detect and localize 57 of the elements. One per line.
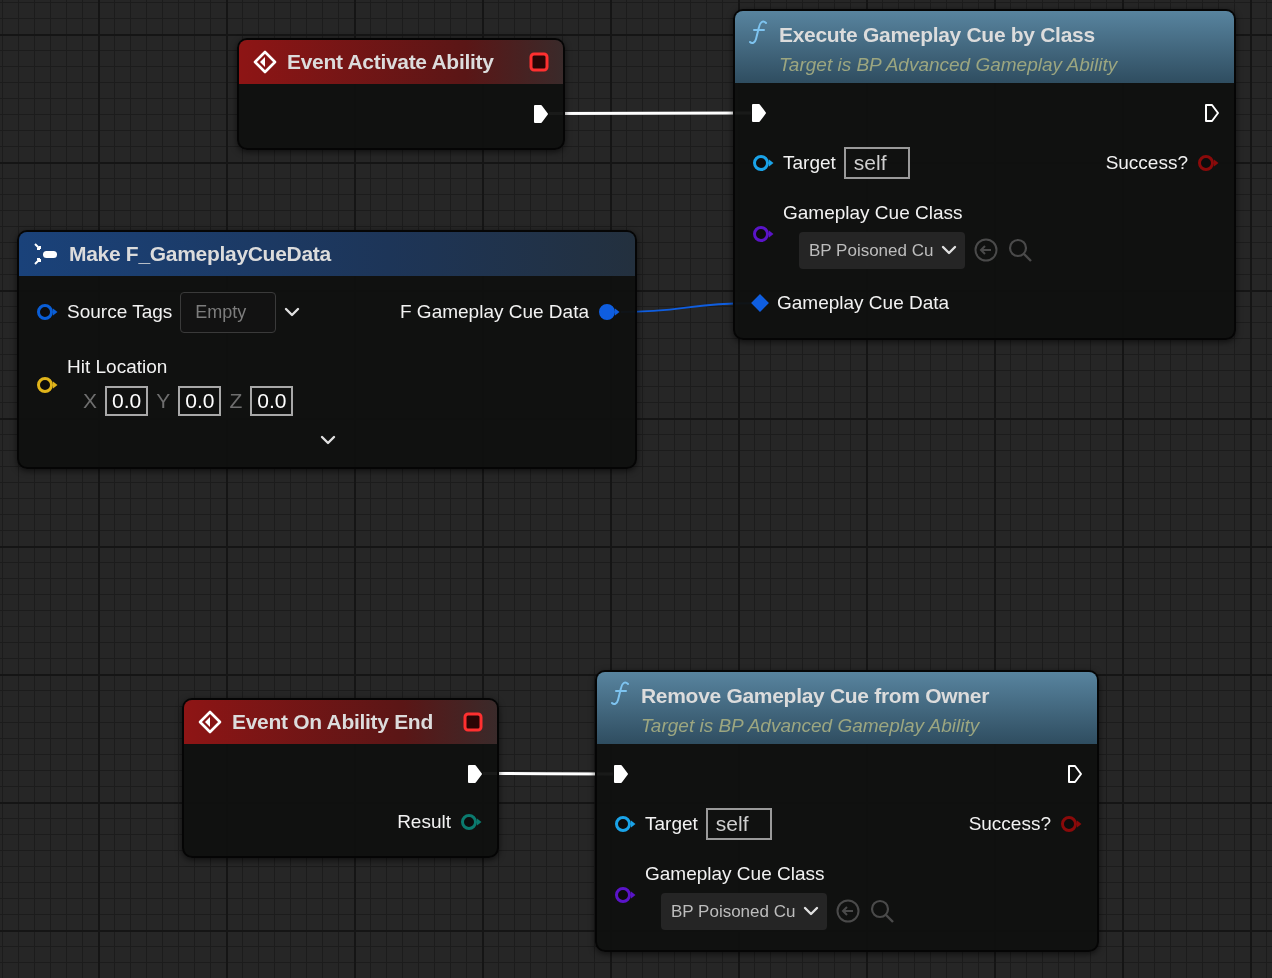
pin-label: Target <box>783 150 836 175</box>
function-icon <box>749 19 769 45</box>
number-field[interactable]: 0.0 <box>105 385 149 416</box>
node-title: Remove Gameplay Cue from Owner <box>641 683 990 709</box>
pin-label: Success? <box>968 811 1051 836</box>
pin-label: Source Tags <box>67 299 173 324</box>
pin-label: Gameplay Cue Class <box>783 201 964 225</box>
exec-pin[interactable] <box>1204 102 1220 124</box>
data-pin[interactable] <box>613 814 637 834</box>
class-dropdown[interactable]: BP Poisoned Cu <box>799 231 966 269</box>
blueprint-node[interactable]: Event Activate Ability <box>237 38 565 150</box>
exec-pin[interactable] <box>1067 763 1083 785</box>
pin-label: Success? <box>1105 150 1188 175</box>
event-icon <box>198 709 222 734</box>
axis-label: Z <box>229 388 243 414</box>
exec-pin[interactable] <box>751 102 767 124</box>
function-icon <box>611 680 631 706</box>
data-pin[interactable] <box>35 374 59 395</box>
number-field[interactable]: 0.0 <box>250 385 294 416</box>
pin-label: Result <box>397 809 451 834</box>
value-field[interactable]: self <box>705 808 772 840</box>
class-dropdown[interactable]: BP Poisoned Cu <box>661 892 828 930</box>
delegate-pin[interactable] <box>529 51 549 72</box>
chevron-down-icon <box>284 307 301 317</box>
exec-pin[interactable] <box>467 762 483 785</box>
blueprint-node[interactable]: Execute Gameplay Cue by Class Target is BP Advanced Gameplay Ability Target self Success? Gameplay Cue Class BP Poisoned Cu Gameplay Cue Data <box>733 9 1236 340</box>
node-title: Event Activate Ability <box>287 49 495 75</box>
exec-pin[interactable] <box>533 102 549 125</box>
dropdown-button[interactable] <box>284 307 301 317</box>
pin-label: Target <box>645 811 698 836</box>
pin-label: F Gameplay Cue Data <box>399 299 589 324</box>
pin-label: Gameplay Cue Data <box>777 291 950 315</box>
tags-field[interactable]: Empty <box>180 291 277 333</box>
node-subtitle: Target is BP Advanced Gameplay Ability <box>779 52 1118 77</box>
number-field[interactable]: 0.0 <box>178 385 222 416</box>
blueprint-node[interactable]: Event On Ability End Result <box>182 698 499 858</box>
node-subtitle: Target is BP Advanced Gameplay Ability <box>641 713 981 738</box>
event-icon <box>253 49 277 74</box>
node-title: Event On Ability End <box>232 709 434 735</box>
blueprint-node[interactable]: Remove Gameplay Cue from Owner Target is BP Advanced Gameplay Ability Target self Success? Gameplay Cue Class BP Poisoned Cu <box>595 670 1099 952</box>
data-pin[interactable] <box>751 153 775 173</box>
chevron-down-icon <box>320 434 336 445</box>
axis-label: Y <box>156 388 171 414</box>
exec-pin[interactable] <box>613 763 629 785</box>
diamond-pin[interactable] <box>751 293 769 314</box>
chevron-down-icon <box>941 245 958 256</box>
delegate-pin[interactable] <box>463 711 483 732</box>
expand-button[interactable] <box>320 434 336 445</box>
pin-label: Gameplay Cue Class <box>645 862 826 886</box>
axis-label: X <box>83 388 97 414</box>
node-title: Make F_GameplayCueData <box>69 241 331 267</box>
pin-label: Hit Location <box>67 354 169 379</box>
chevron-down-icon <box>803 906 820 917</box>
node-title: Execute Gameplay Cue by Class <box>779 22 1096 48</box>
blueprint-node[interactable]: Make F_GameplayCueData Source Tags Empty F Gameplay Cue Data Hit Location X 0.0 Y 0.0 Z 0.0 <box>17 230 637 469</box>
make-struct-icon <box>33 241 59 266</box>
value-field[interactable]: self <box>843 147 910 179</box>
